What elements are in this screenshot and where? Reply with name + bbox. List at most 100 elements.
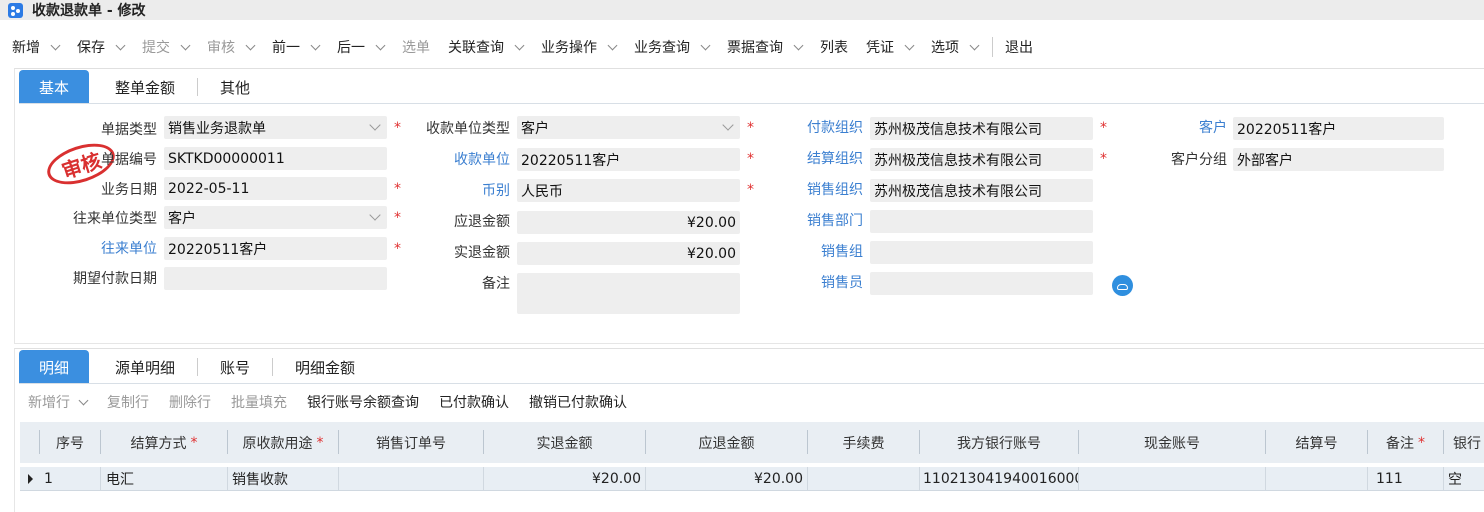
sale-group-field[interactable]: [870, 241, 1093, 264]
exit-button[interactable]: 退出: [1005, 37, 1033, 57]
bank-balance-query-button[interactable]: 银行账号余额查询: [307, 392, 419, 412]
chevron-down-icon[interactable]: [310, 40, 321, 50]
expect-pay-date-label: 期望付款日期: [73, 271, 157, 287]
currency-field[interactable]: 人民币: [517, 179, 740, 202]
required-mark: *: [747, 182, 754, 198]
actual-refund-field[interactable]: ¥20.00: [517, 242, 740, 265]
paid-confirm-button[interactable]: 已付款确认: [439, 392, 509, 412]
audit-button[interactable]: 审核: [207, 37, 256, 57]
column-header[interactable]: 原收款用途 *: [228, 422, 338, 463]
required-mark: *: [747, 151, 754, 167]
row-selector-icon[interactable]: [28, 474, 33, 484]
business-query-button[interactable]: 业务查询: [634, 37, 711, 57]
biz-date-field[interactable]: 2022-05-11: [164, 177, 387, 200]
new-row-button[interactable]: 新增行: [28, 392, 89, 412]
contact-type-label: 往来单位类型: [73, 211, 157, 227]
chevron-down-icon[interactable]: [969, 40, 980, 50]
tab-other[interactable]: 其他: [198, 70, 272, 104]
column-header[interactable]: 序号: [40, 422, 100, 463]
header-tabs: 基本 整单金额 其他: [19, 70, 272, 104]
copy-row-button[interactable]: 复制行: [107, 392, 149, 412]
contact-type-select[interactable]: 客户: [164, 206, 387, 229]
chevron-down-icon[interactable]: [369, 119, 381, 131]
tab-detail-amount[interactable]: 明细金额: [273, 350, 377, 384]
select-bill-button[interactable]: 选单: [402, 37, 430, 57]
column-header[interactable]: 结算方式 *: [101, 422, 227, 463]
sale-dept-field[interactable]: [870, 210, 1093, 233]
chevron-down-icon[interactable]: [607, 40, 618, 50]
column-header[interactable]: 我方银行账号: [920, 422, 1078, 463]
save-button[interactable]: 保存: [77, 37, 126, 57]
sale-group-label[interactable]: 销售组: [760, 241, 863, 261]
required-mark: *: [747, 120, 754, 136]
settle-org-field[interactable]: 苏州极茂信息技术有限公司: [870, 148, 1093, 171]
column-header[interactable]: 应退金额: [646, 422, 807, 463]
receiver-field[interactable]: 20220511客户: [517, 148, 740, 171]
prev-button[interactable]: 前一: [272, 37, 321, 57]
column-header[interactable]: 销售订单号: [339, 422, 483, 463]
customer-label[interactable]: 客户: [1120, 117, 1227, 137]
column-header[interactable]: 手续费: [808, 422, 919, 463]
salesman-label[interactable]: 销售员: [760, 272, 863, 292]
bill-no-field[interactable]: SKTKD00000011: [164, 147, 387, 170]
cloud-icon[interactable]: [1112, 275, 1133, 296]
tab-basic[interactable]: 基本: [19, 70, 90, 104]
chevron-down-icon[interactable]: [793, 40, 804, 50]
tab-source-detail[interactable]: 源单明细: [89, 350, 197, 384]
sale-dept-label[interactable]: 销售部门: [760, 210, 863, 230]
remark-textarea[interactable]: [517, 273, 740, 314]
chevron-down-icon[interactable]: [722, 119, 734, 131]
chevron-down-icon[interactable]: [78, 395, 89, 405]
chevron-down-icon[interactable]: [514, 40, 525, 50]
customer-field[interactable]: 20220511客户: [1233, 117, 1444, 140]
options-button[interactable]: 选项: [931, 37, 980, 57]
chevron-down-icon[interactable]: [375, 40, 386, 50]
sale-org-field[interactable]: 苏州极茂信息技术有限公司: [870, 179, 1093, 202]
chevron-down-icon[interactable]: [50, 40, 61, 50]
title-bar: 收款退款单 - 修改: [0, 0, 1484, 20]
chevron-down-icon[interactable]: [115, 40, 126, 50]
due-refund-field[interactable]: ¥20.00: [517, 211, 740, 234]
submit-button[interactable]: 提交: [142, 37, 191, 57]
expect-pay-date-field[interactable]: [164, 267, 387, 290]
chevron-down-icon[interactable]: [700, 40, 711, 50]
tab-detail[interactable]: 明细: [19, 350, 90, 384]
contact-unit-field[interactable]: 20220511客户: [164, 237, 387, 260]
delete-row-button[interactable]: 删除行: [169, 392, 211, 412]
list-button[interactable]: 列表: [820, 37, 848, 57]
column-header[interactable]: 现金账号: [1079, 422, 1265, 463]
bill-query-button[interactable]: 票据查询: [727, 37, 804, 57]
chevron-down-icon[interactable]: [180, 40, 191, 50]
column-header[interactable]: 备注 *: [1368, 422, 1443, 463]
chevron-down-icon[interactable]: [245, 40, 256, 50]
settle-org-label[interactable]: 结算组织: [760, 148, 863, 168]
chevron-down-icon[interactable]: [369, 209, 381, 221]
column-header[interactable]: 银行: [1453, 422, 1484, 463]
sale-org-label[interactable]: 销售组织: [760, 179, 863, 199]
pay-org-field[interactable]: 苏州极茂信息技术有限公司: [870, 117, 1093, 140]
app-logo-icon: [8, 2, 23, 18]
remark-label: 备注: [482, 276, 510, 292]
salesman-field[interactable]: [870, 272, 1093, 295]
bill-type-select[interactable]: 销售业务退款单: [164, 116, 387, 139]
chevron-down-icon[interactable]: [904, 40, 915, 50]
voucher-button[interactable]: 凭证: [866, 37, 915, 57]
next-button[interactable]: 后一: [337, 37, 386, 57]
contact-unit-label[interactable]: 往来单位: [80, 238, 157, 258]
column-header[interactable]: 实退金额: [484, 422, 645, 463]
pay-org-label[interactable]: 付款组织: [760, 117, 863, 137]
currency-label[interactable]: 币别: [400, 180, 510, 200]
business-ops-button[interactable]: 业务操作: [541, 37, 618, 57]
customer-group-field[interactable]: 外部客户: [1233, 148, 1444, 171]
receiver-type-select[interactable]: 客户: [517, 116, 740, 139]
related-query-button[interactable]: 关联查询: [448, 37, 525, 57]
new-button[interactable]: 新增: [12, 37, 61, 57]
tab-account[interactable]: 账号: [198, 350, 272, 384]
column-header[interactable]: 结算号: [1266, 422, 1367, 463]
receiver-label[interactable]: 收款单位: [400, 149, 510, 169]
tab-total-amount[interactable]: 整单金额: [89, 70, 197, 104]
batch-fill-button[interactable]: 批量填充: [231, 392, 287, 412]
table-row[interactable]: 1 电汇 销售收款 ¥20.00 ¥20.00 1102130419400160…: [20, 467, 1484, 491]
receiver-type-label: 收款单位类型: [426, 121, 510, 137]
cancel-paid-confirm-button[interactable]: 撤销已付款确认: [529, 392, 627, 412]
